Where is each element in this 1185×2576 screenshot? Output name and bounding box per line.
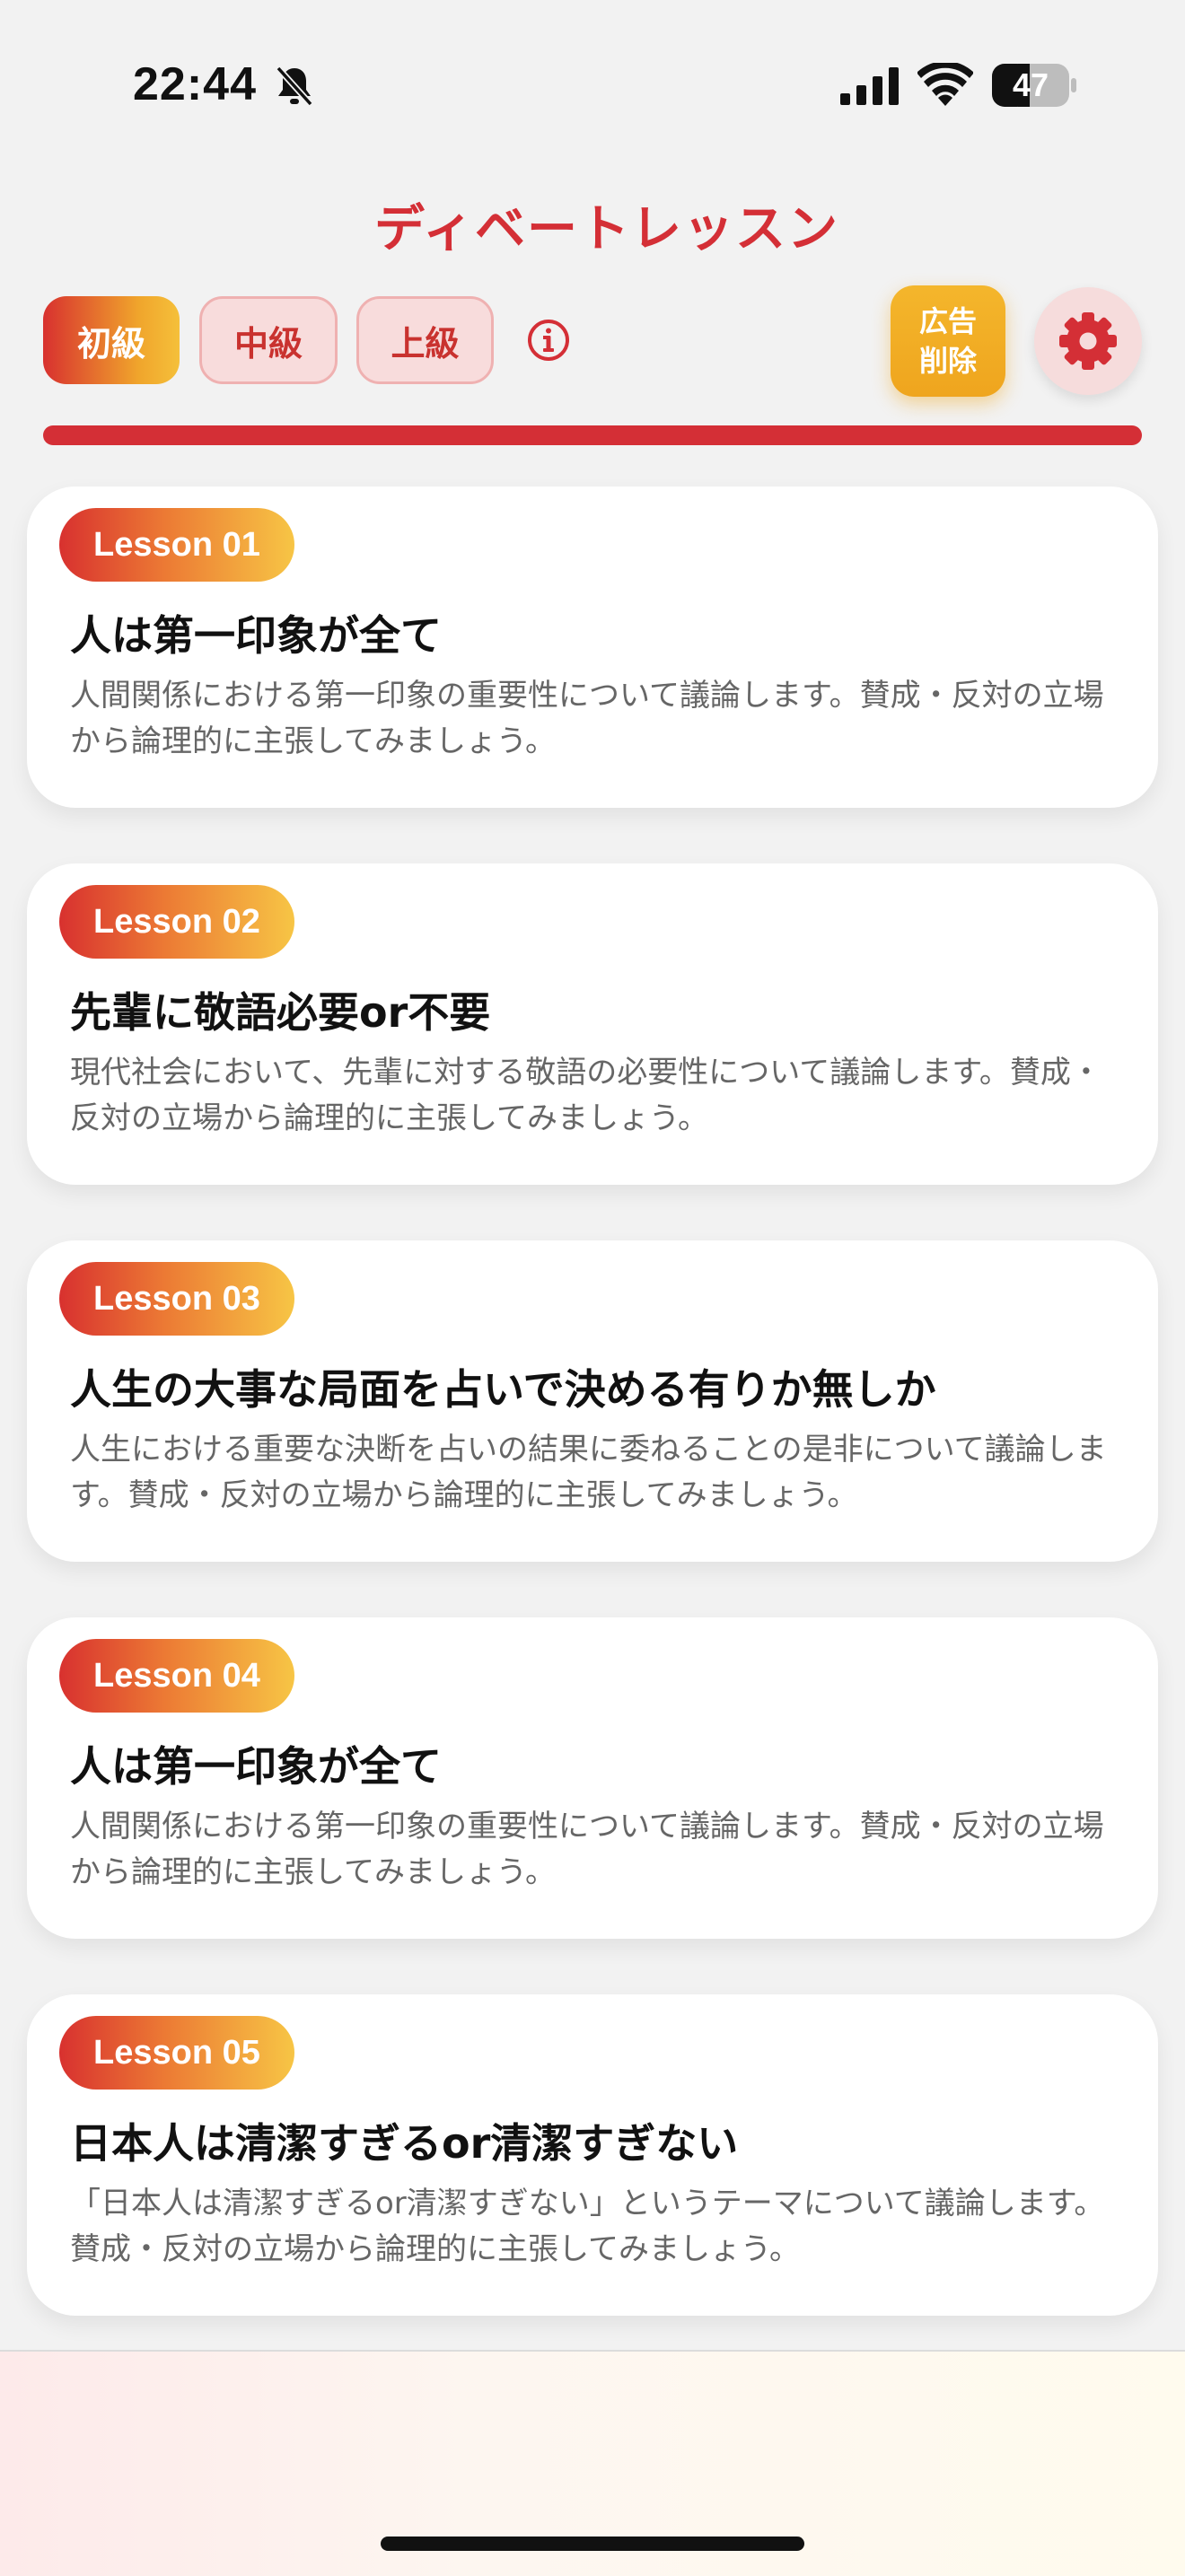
tab-intermediate[interactable]: 中級 — [199, 296, 338, 384]
lesson-card-04[interactable]: Lesson 04 人は第一印象が全て 人間関係における第一印象の重要性について… — [27, 1617, 1158, 1939]
lesson-badge: Lesson 02 — [59, 885, 294, 959]
tab-beginner[interactable]: 初級 — [43, 296, 180, 384]
page-title: ディベートレッスン — [373, 200, 840, 258]
lesson-title: 人は第一印象が全て — [70, 611, 442, 660]
level-progress-bar — [43, 425, 1142, 445]
bell-slash-icon — [276, 66, 313, 107]
home-indicator[interactable] — [381, 2537, 804, 2551]
lesson-title: 先輩に敬語必要or不要 — [70, 988, 491, 1037]
lesson-badge: Lesson 04 — [59, 1639, 294, 1713]
lesson-card-02[interactable]: Lesson 02 先輩に敬語必要or不要 現代社会において、先輩に対する敬語の… — [27, 863, 1158, 1185]
lesson-card-05[interactable]: Lesson 05 日本人は清潔すぎるor清潔すぎない 「日本人は清潔すぎるor… — [27, 1994, 1158, 2316]
lesson-title: 日本人は清潔すぎるor清潔すぎない — [70, 2119, 739, 2168]
lesson-description: 現代社会において、先輩に対する敬語の必要性について議論します。賛成・反対の立場か… — [70, 1055, 1102, 1136]
lesson-badge: Lesson 01 — [59, 508, 294, 582]
lesson-badge: Lesson 05 — [59, 2016, 294, 2090]
remove-ads-label-line1: 広告 — [918, 304, 977, 338]
lesson-card-01[interactable]: Lesson 01 人は第一印象が全て 人間関係における第一印象の重要性について… — [27, 486, 1158, 808]
status-bar: 22:44 47 — [0, 0, 1185, 171]
info-icon[interactable] — [526, 318, 571, 363]
status-time: 22:44 — [133, 58, 257, 110]
remove-ads-label-line2: 削除 — [918, 344, 977, 378]
battery-level: 47 — [1012, 66, 1049, 103]
lesson-title: 人は第一印象が全て — [70, 1742, 442, 1791]
remove-ads-button[interactable]: 広告 削除 — [891, 285, 1005, 397]
cellular-signal-icon — [840, 67, 899, 105]
lesson-card-03[interactable]: Lesson 03 人生の大事な局面を占いで決める有りか無しか 人生における重要… — [27, 1240, 1158, 1562]
gear-icon — [1059, 312, 1117, 370]
lesson-description: 人生における重要な決断を占いの結果に委ねることの是非について議論します。賛成・反… — [70, 1432, 1107, 1513]
lesson-description: 「日本人は清潔すぎるor清潔すぎない」というテーマについて議論します。賛成・反対… — [70, 2186, 1105, 2267]
wifi-icon — [917, 63, 973, 106]
lesson-description: 人間関係における第一印象の重要性について議論します。賛成・反対の立場から論理的に… — [70, 678, 1104, 759]
settings-button[interactable] — [1034, 287, 1142, 395]
lesson-description: 人間関係における第一印象の重要性について議論します。賛成・反対の立場から論理的に… — [70, 1809, 1104, 1890]
lesson-badge: Lesson 03 — [59, 1262, 294, 1336]
tab-advanced[interactable]: 上級 — [356, 296, 494, 384]
lesson-title: 人生の大事な局面を占いで決める有りか無しか — [70, 1365, 936, 1414]
